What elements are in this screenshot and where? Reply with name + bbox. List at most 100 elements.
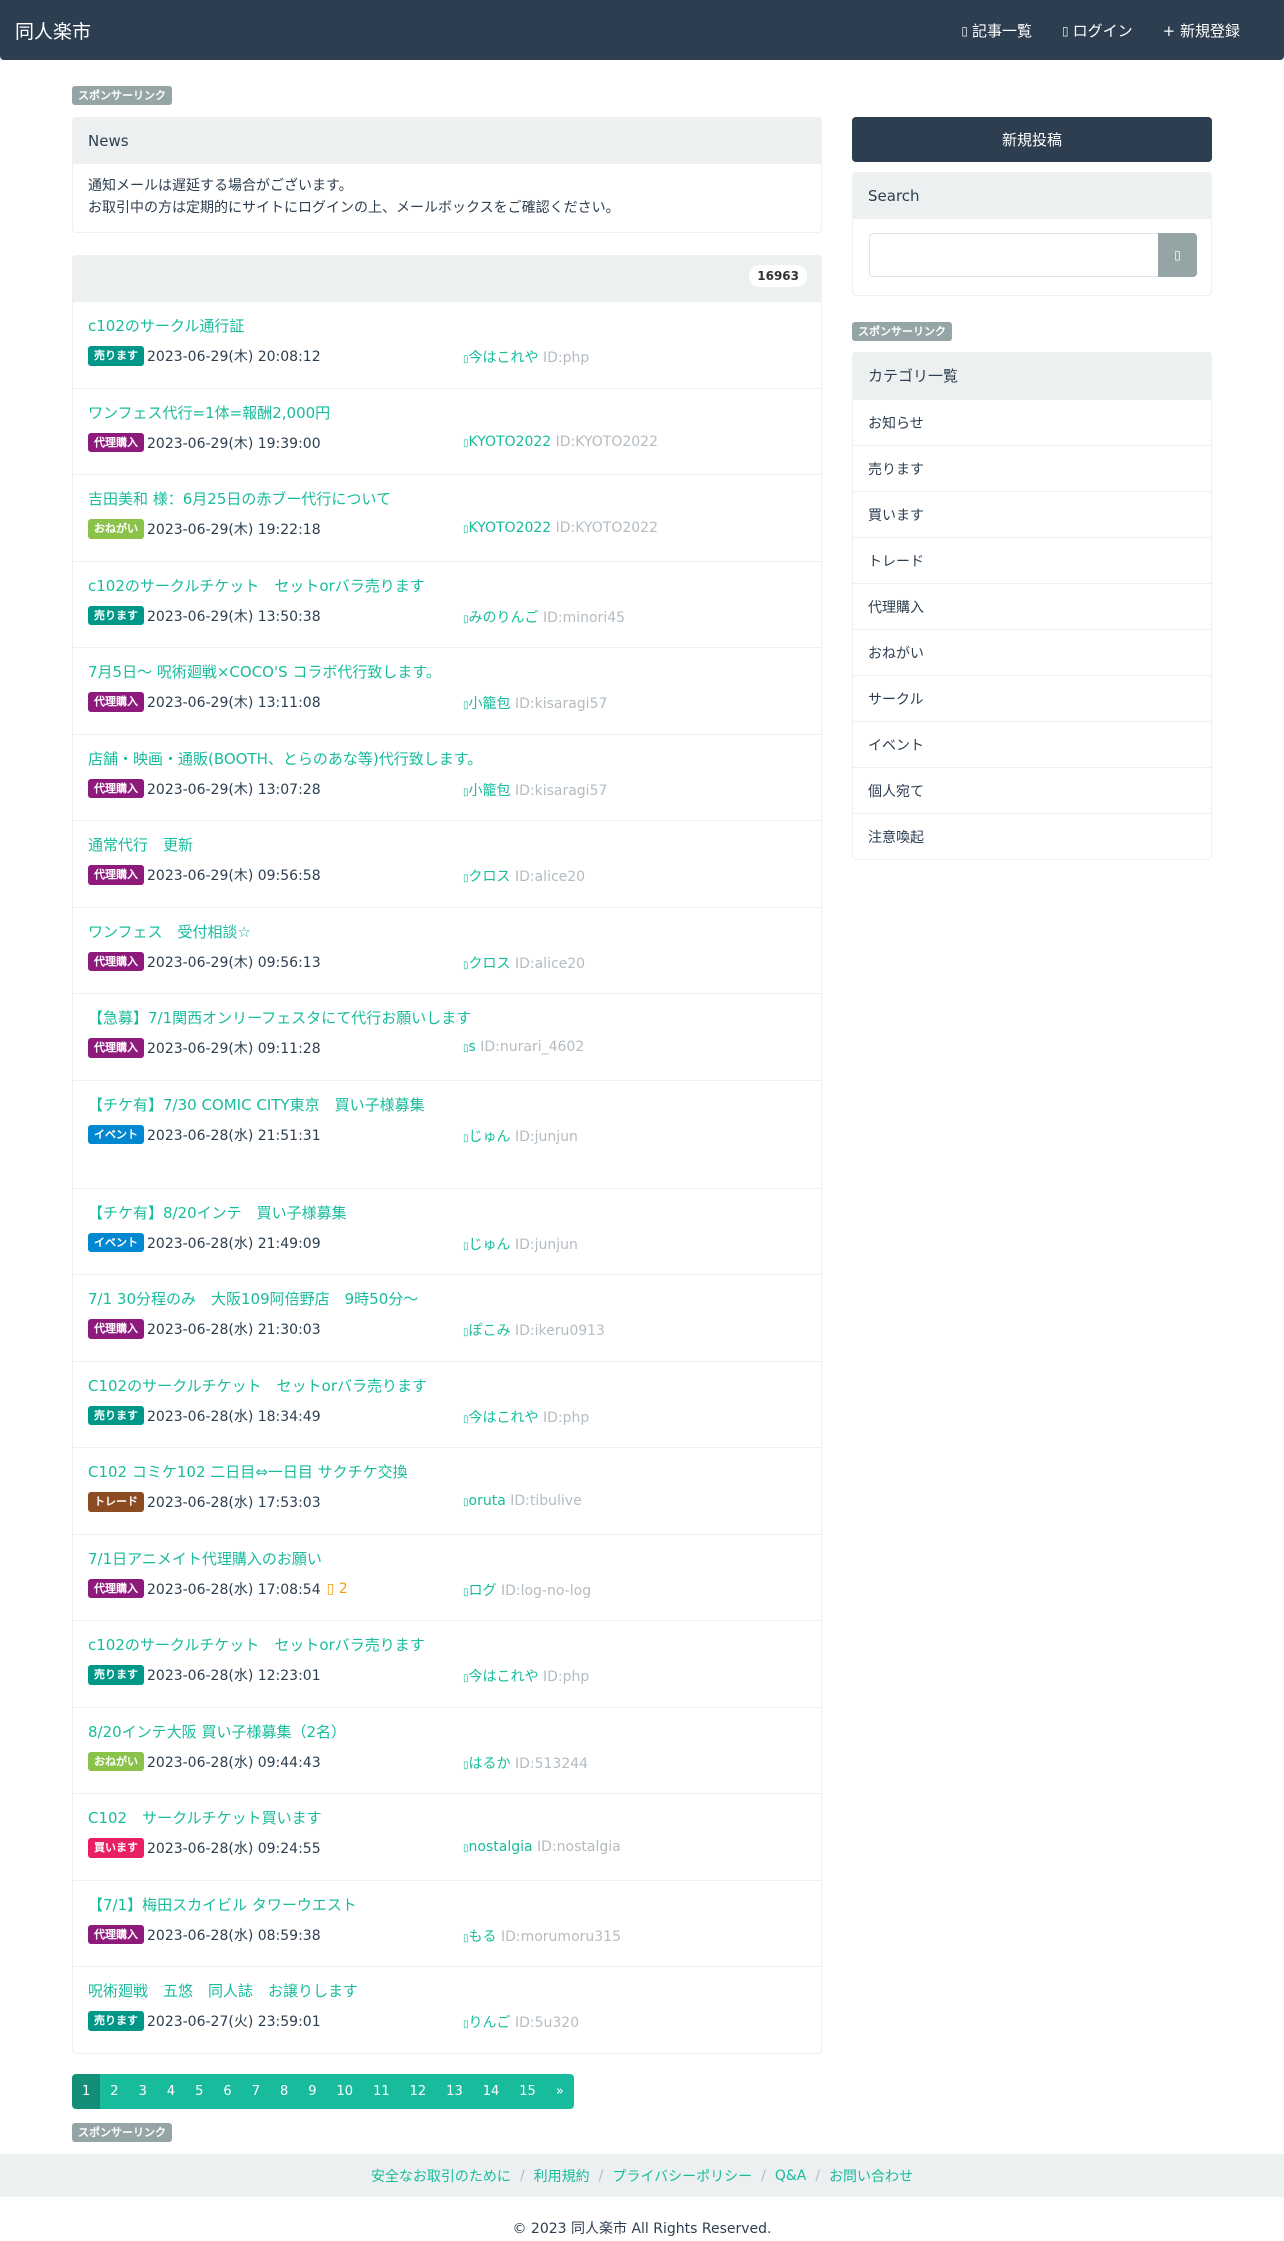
- nav-link-register[interactable]: + 新規登録: [1163, 20, 1240, 41]
- pagination-page[interactable]: 8: [269, 2074, 299, 2109]
- post-author-name[interactable]: ぽこみ: [469, 1323, 511, 1339]
- post-title-link[interactable]: 7/1日アニメイト代理購入のお願い: [88, 1548, 806, 1570]
- post-author-name[interactable]: はるか: [469, 1756, 511, 1772]
- footer-link[interactable]: 安全なお取引のために: [371, 2166, 511, 2186]
- pagination-page[interactable]: 12: [399, 2074, 437, 2109]
- post-title-link[interactable]: 店舗・映画・通販(BOOTH、とらのあな等)代行致します。: [88, 748, 806, 770]
- post-title-link[interactable]: 呪術廻戦 五悠 同人誌 お譲りします: [88, 1980, 806, 2002]
- pagination-next[interactable]: »: [545, 2074, 574, 2109]
- search-input[interactable]: [869, 233, 1159, 277]
- category-item[interactable]: 買います: [853, 491, 1211, 537]
- post-title-link[interactable]: C102のサークルチケット セットorバラ売ります: [88, 1375, 806, 1397]
- category-item[interactable]: 注意喚起: [853, 813, 1211, 859]
- post-author-name[interactable]: 今はこれや: [469, 1410, 539, 1426]
- post-category-tag[interactable]: トレード: [88, 1492, 144, 1512]
- post-author-name[interactable]: 小籠包: [469, 696, 511, 712]
- post-category-tag[interactable]: 売ります: [88, 605, 144, 626]
- category-item[interactable]: 個人宛て: [853, 767, 1211, 813]
- post-author-name[interactable]: KYOTO2022: [469, 434, 552, 450]
- pagination-page[interactable]: 6: [213, 2074, 242, 2109]
- post-title-link[interactable]: 7月5日～ 呪術廻戦×COCO'S コラボ代行致します。: [88, 661, 806, 683]
- post-category-tag[interactable]: イベント: [88, 1124, 144, 1145]
- post-author-name[interactable]: KYOTO2022: [469, 520, 552, 536]
- category-item[interactable]: 売ります: [853, 445, 1211, 491]
- post-category-tag[interactable]: 代理購入: [88, 951, 144, 972]
- pagination-page[interactable]: 5: [185, 2074, 214, 2109]
- pagination-page[interactable]: 2: [100, 2074, 129, 2109]
- pagination-page[interactable]: 15: [509, 2074, 546, 2109]
- category-item[interactable]: お知らせ: [853, 399, 1211, 445]
- pagination-page[interactable]: 13: [436, 2074, 473, 2109]
- post-author-name[interactable]: 今はこれや: [469, 1669, 539, 1685]
- post-title-link[interactable]: ワンフェス代行=1体=報酬2,000円: [88, 402, 806, 424]
- post-category-tag[interactable]: 代理購入: [88, 1319, 144, 1339]
- new-post-button[interactable]: 新規投稿: [852, 117, 1212, 162]
- post-author-name[interactable]: 今はこれや: [469, 350, 539, 366]
- post-author-id: ID:kisaragi57: [514, 782, 608, 799]
- post-category-tag[interactable]: 売ります: [88, 2011, 144, 2031]
- nav-link-articles[interactable]: ▯ 記事一覧: [961, 20, 1032, 41]
- category-item[interactable]: イベント: [853, 721, 1211, 767]
- site-brand[interactable]: 同人楽市: [15, 17, 91, 44]
- post-category-tag[interactable]: 代理購入: [88, 692, 144, 712]
- post-category-tag[interactable]: イベント: [88, 1232, 144, 1253]
- post-author-name[interactable]: ログ: [469, 1583, 497, 1599]
- post-category-tag[interactable]: 買います: [88, 1838, 144, 1858]
- post-author-name[interactable]: クロス: [469, 869, 511, 885]
- post-category-tag[interactable]: おねがい: [88, 519, 144, 539]
- post-title-link[interactable]: 通常代行 更新: [88, 834, 806, 856]
- post-category-tag[interactable]: 売ります: [88, 1405, 144, 1426]
- post-author-name[interactable]: じゅん: [469, 1129, 511, 1145]
- category-item[interactable]: 代理購入: [853, 583, 1211, 629]
- pagination-page[interactable]: 14: [472, 2074, 510, 2109]
- post-category-tag[interactable]: 代理購入: [88, 1924, 144, 1945]
- post-category-tag[interactable]: 代理購入: [88, 778, 144, 799]
- post-title-link[interactable]: ワンフェス 受付相談☆: [88, 921, 806, 943]
- footer-link[interactable]: プライバシーポリシー: [612, 2166, 752, 2186]
- pagination-page[interactable]: 3: [128, 2074, 157, 2109]
- post-title-link[interactable]: 吉田美和 様：6月25日の赤ブー代行について: [88, 488, 806, 510]
- post-author-name[interactable]: 小籠包: [469, 783, 511, 799]
- post-category-tag[interactable]: 売ります: [88, 1665, 144, 1685]
- post-category-tag[interactable]: おねがい: [88, 1751, 144, 1772]
- footer-link[interactable]: お問い合わせ: [829, 2166, 913, 2186]
- post-category-tag[interactable]: 売ります: [88, 346, 144, 366]
- post-title-link[interactable]: c102のサークル通行証: [88, 315, 806, 337]
- post-author-name[interactable]: みのりんご: [469, 610, 539, 626]
- post-category-tag[interactable]: 代理購入: [88, 432, 144, 453]
- search-button[interactable]: ▯: [1158, 233, 1197, 277]
- pagination-page[interactable]: 11: [363, 2074, 400, 2109]
- post-category-tag[interactable]: 代理購入: [88, 1038, 144, 1058]
- nav-link-login[interactable]: ▯ ログイン: [1062, 20, 1133, 41]
- post-date: 2023-06-29(木) 19:39:00: [147, 435, 321, 452]
- post-title-link[interactable]: 7/1 30分程のみ 大阪109阿倍野店 9時50分～: [88, 1288, 806, 1310]
- pagination-page[interactable]: 10: [326, 2074, 364, 2109]
- post-title-link[interactable]: 8/20インテ大阪 買い子様募集（2名）: [88, 1721, 806, 1743]
- footer-link[interactable]: Q&A: [775, 2168, 807, 2184]
- post-author-name[interactable]: oruta: [469, 1493, 506, 1509]
- post-category-tag[interactable]: 代理購入: [88, 1578, 144, 1599]
- post-title-link[interactable]: c102のサークルチケット セットorバラ売ります: [88, 575, 806, 597]
- pagination-page[interactable]: 7: [241, 2074, 270, 2109]
- post-title-link[interactable]: 【急募】7/1関西オンリーフェスタにて代行お願いします: [88, 1007, 806, 1029]
- pagination-page[interactable]: 1: [72, 2074, 101, 2109]
- category-item[interactable]: サークル: [853, 675, 1211, 721]
- post-author-name[interactable]: もる: [469, 1929, 497, 1945]
- category-item[interactable]: おねがい: [853, 629, 1211, 675]
- post-title-link[interactable]: 【7/1】梅田スカイビル タワーウエスト: [88, 1894, 806, 1916]
- footer-link[interactable]: 利用規約: [534, 2166, 590, 2186]
- post-author-name[interactable]: nostalgia: [469, 1839, 533, 1855]
- post-category-tag[interactable]: 代理購入: [88, 865, 144, 885]
- post-author-name[interactable]: じゅん: [469, 1237, 511, 1253]
- post-title-link[interactable]: C102 コミケ102 二日目⇔一日目 サクチケ交換: [88, 1461, 806, 1483]
- post-title-link[interactable]: 【チケ有】7/30 COMIC CITY東京 買い子様募集: [88, 1094, 806, 1116]
- category-item[interactable]: トレード: [853, 537, 1211, 583]
- post-title-link[interactable]: C102 サークルチケット買います: [88, 1807, 806, 1829]
- post-author-name[interactable]: りんご: [469, 2015, 511, 2031]
- post-author-name[interactable]: クロス: [469, 956, 511, 972]
- pagination-page[interactable]: 4: [156, 2074, 186, 2109]
- post-title-link[interactable]: 【チケ有】8/20インテ 買い子様募集: [88, 1202, 806, 1224]
- post-title-link[interactable]: c102のサークルチケット セットorバラ売ります: [88, 1634, 806, 1656]
- post-author-name[interactable]: s: [469, 1039, 476, 1055]
- pagination-page[interactable]: 9: [298, 2074, 327, 2109]
